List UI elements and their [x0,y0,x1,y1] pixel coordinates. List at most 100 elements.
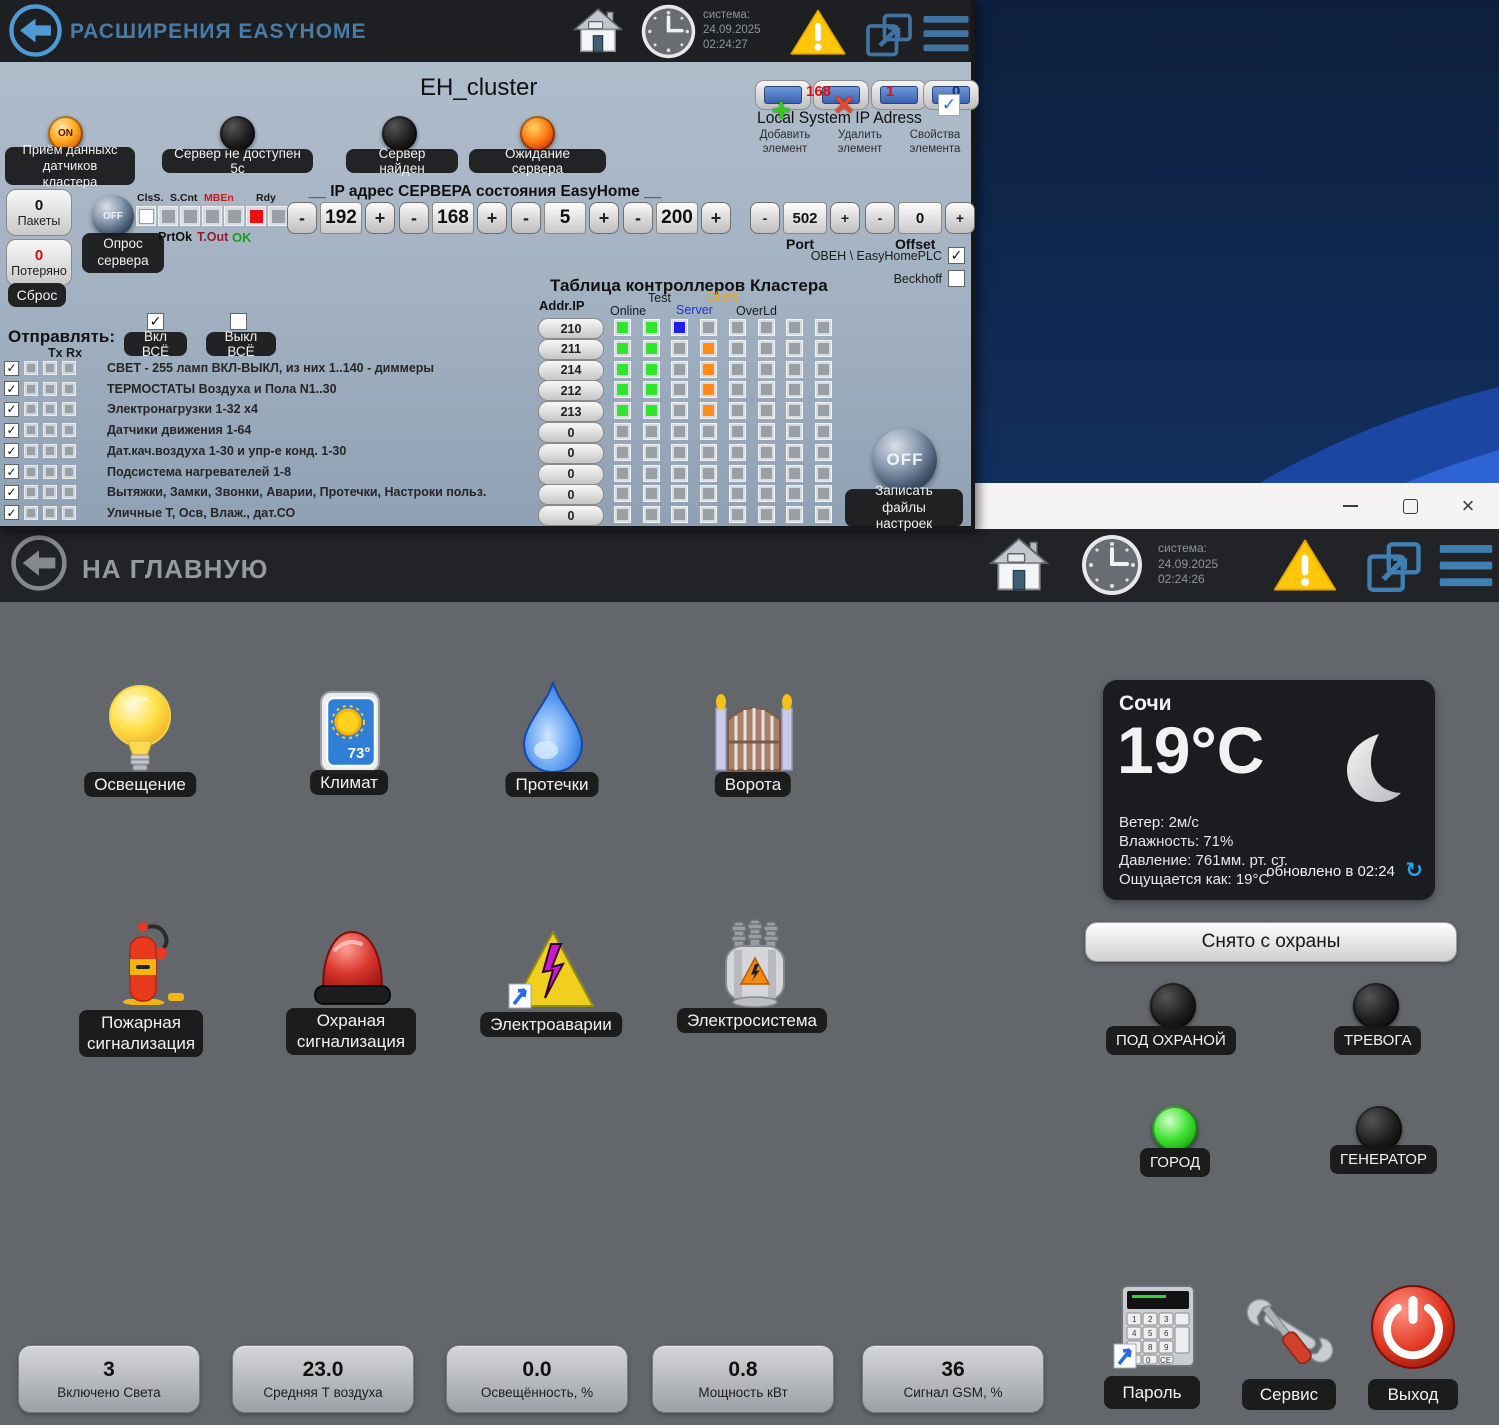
addr-ip-button[interactable]: 210 [538,318,604,339]
ext-clock-button[interactable] [640,3,697,60]
tile-lighting-label[interactable]: Освещение [84,772,196,797]
octet2-minus-button[interactable]: - [399,202,429,234]
tile-gates-label[interactable]: Ворота [715,772,791,797]
disable-all-checkbox[interactable] [230,313,247,330]
password-label[interactable]: Пароль [1104,1376,1200,1409]
port-plus-button[interactable]: + [830,202,860,234]
lost-button[interactable]: 0 Потеряно [6,239,72,286]
ext-popout-button[interactable] [864,11,914,59]
txrx-box[interactable] [24,444,38,458]
subsystem-checkbox[interactable]: ✓ [4,423,19,438]
minimize-button[interactable] [1321,483,1379,529]
txrx-box[interactable] [62,444,76,458]
refresh-icon[interactable]: ↻ [1405,858,1423,883]
txrx-box[interactable] [43,361,57,375]
txrx-box[interactable] [62,485,76,499]
element-3-button[interactable] [871,80,927,110]
octet2-plus-button[interactable]: + [477,202,507,234]
oven-plc-checkbox[interactable]: ✓ [948,247,965,264]
txrx-box[interactable] [43,423,57,437]
txrx-box[interactable] [43,402,57,416]
octet1-plus-button[interactable]: + [365,202,395,234]
txrx-box[interactable] [62,382,76,396]
ext-back-button[interactable] [8,3,63,58]
subsystem-checkbox[interactable]: ✓ [4,485,19,500]
txrx-box[interactable] [24,382,38,396]
addr-ip-button[interactable]: 0 [538,422,604,443]
tile-electric-system-label[interactable]: Электросистема [677,1008,827,1033]
txrx-box[interactable] [24,361,38,375]
txrx-box[interactable] [24,402,38,416]
tile-security-alarm[interactable] [305,920,400,1012]
tile-electric-faults[interactable] [505,928,597,1012]
txrx-box[interactable] [62,506,76,520]
txrx-box[interactable] [43,485,57,499]
txrx-box[interactable] [43,465,57,479]
txrx-box[interactable] [62,465,76,479]
addr-ip-button[interactable]: 0 [538,505,604,526]
octet3-plus-button[interactable]: + [589,202,619,234]
txrx-box[interactable] [24,485,38,499]
addr-ip-button[interactable]: 212 [538,380,604,401]
tile-security-alarm-label[interactable]: Охраная сигнализация [286,1008,416,1055]
enable-all-checkbox[interactable]: ✓ [147,313,164,330]
disarm-status-button[interactable]: Снято с охраны [1085,922,1457,962]
port-minus-button[interactable]: - [750,202,780,234]
addr-ip-button[interactable]: 214 [538,360,604,381]
octet1-minus-button[interactable]: - [287,202,317,234]
txrx-box[interactable] [43,444,57,458]
addr-ip-button[interactable]: 0 [538,484,604,505]
clock-button[interactable] [1080,533,1144,597]
txrx-box[interactable] [43,506,57,520]
exit-button[interactable] [1370,1284,1456,1370]
tile-leaks-label[interactable]: Протечки [505,772,598,797]
offset-minus-button[interactable]: - [865,202,895,234]
subsystem-checkbox[interactable]: ✓ [4,464,19,479]
reset-button[interactable]: Сброс [8,283,66,307]
subsystem-checkbox[interactable]: ✓ [4,361,19,376]
addr-ip-button[interactable]: 0 [538,464,604,485]
subsystem-checkbox[interactable]: ✓ [4,443,19,458]
home-button[interactable] [988,535,1050,595]
offset-plus-button[interactable]: + [945,202,975,234]
tile-fire-alarm-label[interactable]: Пожарная сигнализация [79,1010,203,1057]
txrx-box[interactable] [24,506,38,520]
txrx-box[interactable] [24,423,38,437]
txrx-box[interactable] [24,465,38,479]
password-button[interactable]: 123 456 789 0CE [1112,1282,1200,1374]
ext-alarm-button[interactable] [788,8,848,58]
popout-button[interactable] [1365,539,1423,595]
ext-menu-button[interactable] [922,14,970,54]
addr-ip-button[interactable]: 0 [538,443,604,464]
ext-home-button[interactable] [572,6,624,56]
txrx-box[interactable] [62,402,76,416]
octet4-plus-button[interactable]: + [701,202,731,234]
service-label[interactable]: Сервис [1242,1379,1336,1410]
octet3-minus-button[interactable]: - [511,202,541,234]
tile-electric-faults-label[interactable]: Электроаварии [480,1012,622,1037]
subsystem-checkbox[interactable]: ✓ [4,505,19,520]
addr-ip-button[interactable]: 213 [538,401,604,422]
close-button[interactable]: × [1439,483,1497,529]
subsystem-checkbox[interactable]: ✓ [4,402,19,417]
beckhoff-checkbox[interactable] [948,270,965,287]
packets-button[interactable]: 0 Пакеты [6,189,72,236]
maximize-button[interactable] [1381,483,1439,529]
service-button[interactable] [1245,1288,1337,1374]
txrx-box[interactable] [43,382,57,396]
tile-climate-label[interactable]: Климат [310,770,388,795]
menu-button[interactable] [1438,543,1494,589]
disable-all-button[interactable]: Выкл ВСЁ [206,332,276,356]
alarm-button[interactable] [1272,537,1338,595]
txrx-box[interactable] [62,423,76,437]
exit-label[interactable]: Выход [1368,1379,1458,1410]
tile-gates[interactable] [712,690,796,772]
tile-leaks[interactable] [520,680,586,774]
back-button[interactable] [10,534,68,592]
octet4-minus-button[interactable]: - [623,202,653,234]
addr-ip-button[interactable]: 211 [538,339,604,360]
tile-lighting[interactable] [100,683,180,775]
subsystem-checkbox[interactable]: ✓ [4,381,19,396]
tile-climate[interactable]: 73° [315,688,385,776]
txrx-box[interactable] [62,361,76,375]
